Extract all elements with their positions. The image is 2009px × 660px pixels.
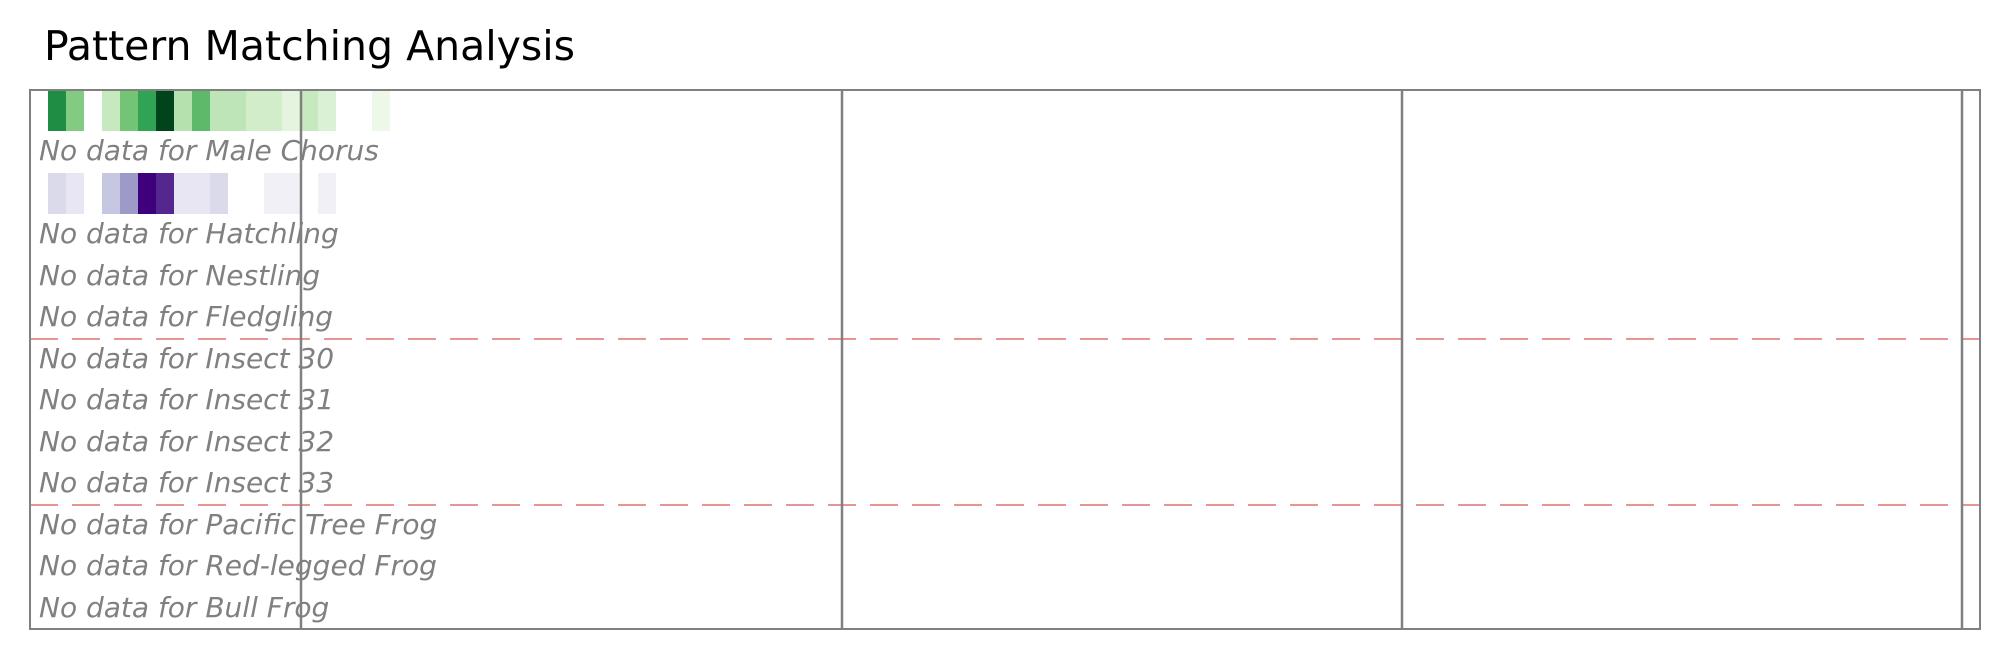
- no-data-message: No data for Insect 32: [39, 425, 334, 458]
- heat-cell: [66, 173, 84, 214]
- heat-cell: [66, 90, 84, 131]
- no-data-message: No data for Bull Frog: [39, 591, 329, 624]
- heat-cell: [138, 90, 156, 131]
- heat-cell: [210, 173, 228, 214]
- chart-stage: Pattern Matching Analysis No data for Ma…: [0, 0, 2009, 660]
- heat-cell: [264, 173, 282, 214]
- heat-cell: [102, 90, 120, 131]
- heatmap-chart: No data for Male Chorus No data for Hatch…: [29, 89, 1981, 630]
- heat-cell: [48, 90, 66, 131]
- heat-cell: [120, 173, 138, 214]
- heat-cell: [372, 90, 390, 131]
- no-data-message: No data for Male Chorus: [39, 134, 379, 167]
- heat-cell: [318, 173, 336, 214]
- heat-cell: [120, 90, 138, 131]
- heat-cell: [210, 90, 228, 131]
- heat-cell: [102, 173, 120, 214]
- no-data-message: No data for Insect 33: [39, 466, 334, 499]
- no-data-message: No data for Insect 30: [39, 342, 334, 375]
- no-data-message: No data for Pacific Tree Frog: [39, 508, 437, 541]
- heat-cell: [282, 90, 300, 131]
- heat-cell: [228, 90, 246, 131]
- heat-cell: [264, 90, 282, 131]
- no-data-message: No data for Red-legged Frog: [39, 549, 437, 582]
- heat-cell: [300, 90, 318, 131]
- heat-cell: [318, 90, 336, 131]
- no-data-message: No data for Fledgling: [39, 300, 333, 333]
- heat-cell: [156, 90, 174, 131]
- heat-cell: [192, 90, 210, 131]
- row-messages: No data for Male Chorus No data for Hatch…: [39, 134, 437, 624]
- no-data-message: No data for Hatchling: [39, 217, 339, 250]
- heat-cell: [48, 173, 66, 214]
- heat-cell: [174, 90, 192, 131]
- no-data-message: No data for Insect 31: [39, 383, 334, 416]
- heat-cell: [192, 173, 210, 214]
- no-data-message: No data for Nestling: [39, 259, 320, 292]
- heat-cell: [156, 173, 174, 214]
- heat-cell: [138, 173, 156, 214]
- heat-cell: [282, 173, 300, 214]
- heat-cell: [246, 90, 264, 131]
- heat-cell: [174, 173, 192, 214]
